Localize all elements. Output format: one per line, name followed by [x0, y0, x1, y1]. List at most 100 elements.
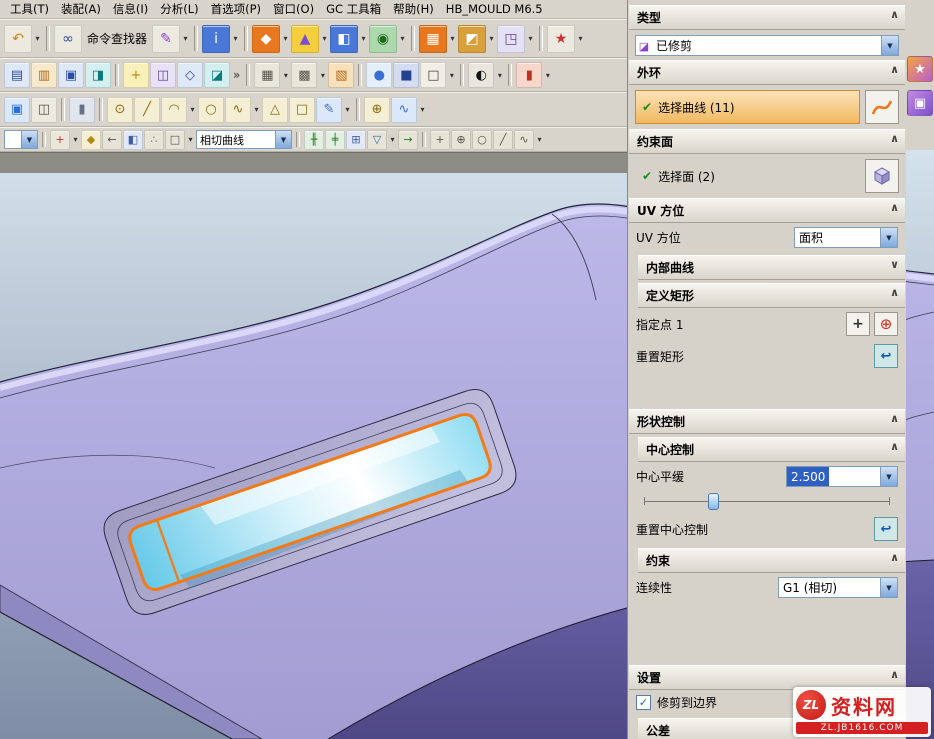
collapse-chevron-icon[interactable]	[890, 668, 899, 681]
polygon-tool-icon[interactable]: △	[262, 97, 288, 123]
menu-item[interactable]: 帮助(H)	[387, 0, 440, 18]
snap-midpoint-icon[interactable]: +	[430, 130, 450, 150]
section-header-outer-loop[interactable]: 外环	[629, 60, 905, 85]
section-header-uv[interactable]: UV 方位	[629, 198, 905, 223]
section-view-icon[interactable]: ◫	[150, 62, 176, 88]
combo-arrow-icon[interactable]	[21, 131, 37, 148]
curve-rule-combo[interactable]: 相切曲线	[196, 130, 292, 149]
menu-item[interactable]: 工具(T)	[4, 0, 55, 18]
dropdown-arrow-icon[interactable]	[526, 34, 535, 43]
center-flat-input[interactable]: 2.500	[786, 466, 898, 487]
layer-settings-icon[interactable]: ▦	[254, 62, 280, 88]
dropdown-arrow-icon[interactable]	[447, 71, 456, 80]
section-header-define-rectangle[interactable]: 定义矩形	[638, 283, 905, 308]
section-header-center-control[interactable]: 中心控制	[638, 437, 905, 462]
collapse-chevron-icon[interactable]	[890, 201, 899, 214]
selection-scope-combo[interactable]	[4, 130, 38, 149]
section-header-constraint-faces[interactable]: 约束面	[629, 129, 905, 154]
command-finder-icon[interactable]: ∞	[54, 25, 82, 53]
menu-item[interactable]: 窗口(O)	[267, 0, 320, 18]
dropdown-arrow-icon[interactable]	[359, 34, 368, 43]
line-tool-icon[interactable]: ╱	[134, 97, 160, 123]
section-header-shape-control[interactable]: 形状控制	[629, 409, 905, 434]
section-header-internal-curves[interactable]: 内部曲线	[638, 255, 905, 280]
collapse-chevron-icon[interactable]	[890, 286, 899, 299]
collapse-chevron-icon[interactable]	[890, 551, 899, 564]
dropdown-arrow-icon[interactable]	[388, 135, 397, 144]
assembly-navigator-icon[interactable]: ⊞	[346, 130, 366, 150]
slider-handle[interactable]	[708, 493, 719, 510]
capture-image-icon[interactable]: ◫	[31, 97, 57, 123]
reset-center-button[interactable]	[874, 517, 898, 541]
dropdown-arrow-icon[interactable]	[231, 34, 240, 43]
rectangle-tool-icon[interactable]: □	[289, 97, 315, 123]
dropdown-arrow-icon[interactable]	[320, 34, 329, 43]
section-header-type[interactable]: 类型	[629, 5, 905, 30]
open-file-icon[interactable]: ▥	[31, 62, 57, 88]
confirm-arrow-icon[interactable]: →	[398, 130, 418, 150]
snap-spline-icon[interactable]: ∿	[514, 130, 534, 150]
edit-selection-icon[interactable]: ✎	[152, 25, 180, 53]
dropdown-arrow-icon[interactable]	[398, 34, 407, 43]
view-layout-icon[interactable]: ▩	[291, 62, 317, 88]
dropdown-arrow-icon[interactable]	[495, 71, 504, 80]
trim-to-boundary-checkbox[interactable]	[636, 695, 651, 710]
snap-endpoint-icon[interactable]: ╱	[493, 130, 513, 150]
type-dropdown[interactable]: 已修剪	[635, 35, 899, 56]
dropdown-arrow-icon[interactable]	[186, 135, 195, 144]
dropdown-arrow-icon[interactable]	[543, 71, 552, 80]
datum-csys-icon[interactable]: ◆	[252, 25, 280, 53]
pattern-feature-icon[interactable]: ▦	[419, 25, 447, 53]
expand-chevron-icon[interactable]	[890, 258, 899, 271]
orient-cube-icon[interactable]: ◧	[123, 130, 143, 150]
datum-plane-icon[interactable]: ▲	[291, 25, 319, 53]
menu-item[interactable]: HB_MOULD M6.5	[440, 1, 549, 17]
center-flat-arrow-icon[interactable]	[880, 467, 897, 486]
dropdown-arrow-icon[interactable]	[487, 34, 496, 43]
cube-display-icon[interactable]: ■	[393, 62, 419, 88]
dropdown-arrow-icon[interactable]	[318, 71, 327, 80]
dropdown-arrow-icon[interactable]	[448, 34, 457, 43]
point-tool-icon[interactable]: ⊙	[107, 97, 133, 123]
snap-quadrant-icon[interactable]: ○	[472, 130, 492, 150]
dropdown-arrow-icon[interactable]	[576, 34, 585, 43]
menu-item[interactable]: 信息(I)	[107, 0, 154, 18]
work-csys-icon[interactable]: ◆	[81, 130, 101, 150]
uv-dropdown-arrow-icon[interactable]	[880, 228, 897, 247]
helix-tool-icon[interactable]: ∿	[391, 97, 417, 123]
menu-item[interactable]: GC 工具箱	[320, 0, 387, 18]
select-face-list[interactable]: 选择面 (2)	[635, 159, 860, 193]
unite-icon[interactable]: ◩	[458, 25, 486, 53]
type-dropdown-arrow-icon[interactable]	[881, 36, 898, 55]
combo-arrow-icon[interactable]	[275, 131, 291, 148]
collapse-chevron-icon[interactable]	[890, 440, 899, 453]
spline-tool-icon[interactable]: ∿	[225, 97, 251, 123]
snap-center-icon[interactable]: ⊕	[451, 130, 471, 150]
collapse-chevron-icon[interactable]	[890, 412, 899, 425]
dropdown-arrow-icon[interactable]	[33, 34, 42, 43]
toolbar-overflow-chevron[interactable]: »	[231, 68, 242, 82]
inferred-point-button[interactable]	[874, 312, 898, 336]
trace-points-icon[interactable]: ∴	[144, 130, 164, 150]
point-constructor-button[interactable]	[846, 312, 870, 336]
save-file-icon[interactable]: ▣	[58, 62, 84, 88]
dropdown-arrow-icon[interactable]	[281, 71, 290, 80]
dropdown-arrow-icon[interactable]	[71, 135, 80, 144]
render-style-icon[interactable]: ◐	[468, 62, 494, 88]
menu-item[interactable]: 分析(L)	[154, 0, 204, 18]
dropdown-arrow-icon[interactable]	[343, 105, 352, 114]
selection-filter-icon[interactable]: ▽	[367, 130, 387, 150]
revolve-icon[interactable]: ◉	[369, 25, 397, 53]
export-file-icon[interactable]: ◨	[85, 62, 111, 88]
menu-item[interactable]: 装配(A)	[55, 0, 107, 18]
shaded-view-icon[interactable]: ◪	[204, 62, 230, 88]
menu-item[interactable]: 首选项(P)	[205, 0, 267, 18]
monitor-display-icon[interactable]: ▣	[4, 97, 30, 123]
measure-distance-icon[interactable]: +	[123, 62, 149, 88]
collapse-chevron-icon[interactable]	[890, 63, 899, 76]
dropdown-arrow-icon[interactable]	[535, 135, 544, 144]
sphere-display-icon[interactable]: ●	[366, 62, 392, 88]
docked-tool-star-icon[interactable]	[907, 56, 933, 82]
bounding-box-icon[interactable]: □	[420, 62, 446, 88]
bookmark-icon[interactable]: ★	[547, 25, 575, 53]
